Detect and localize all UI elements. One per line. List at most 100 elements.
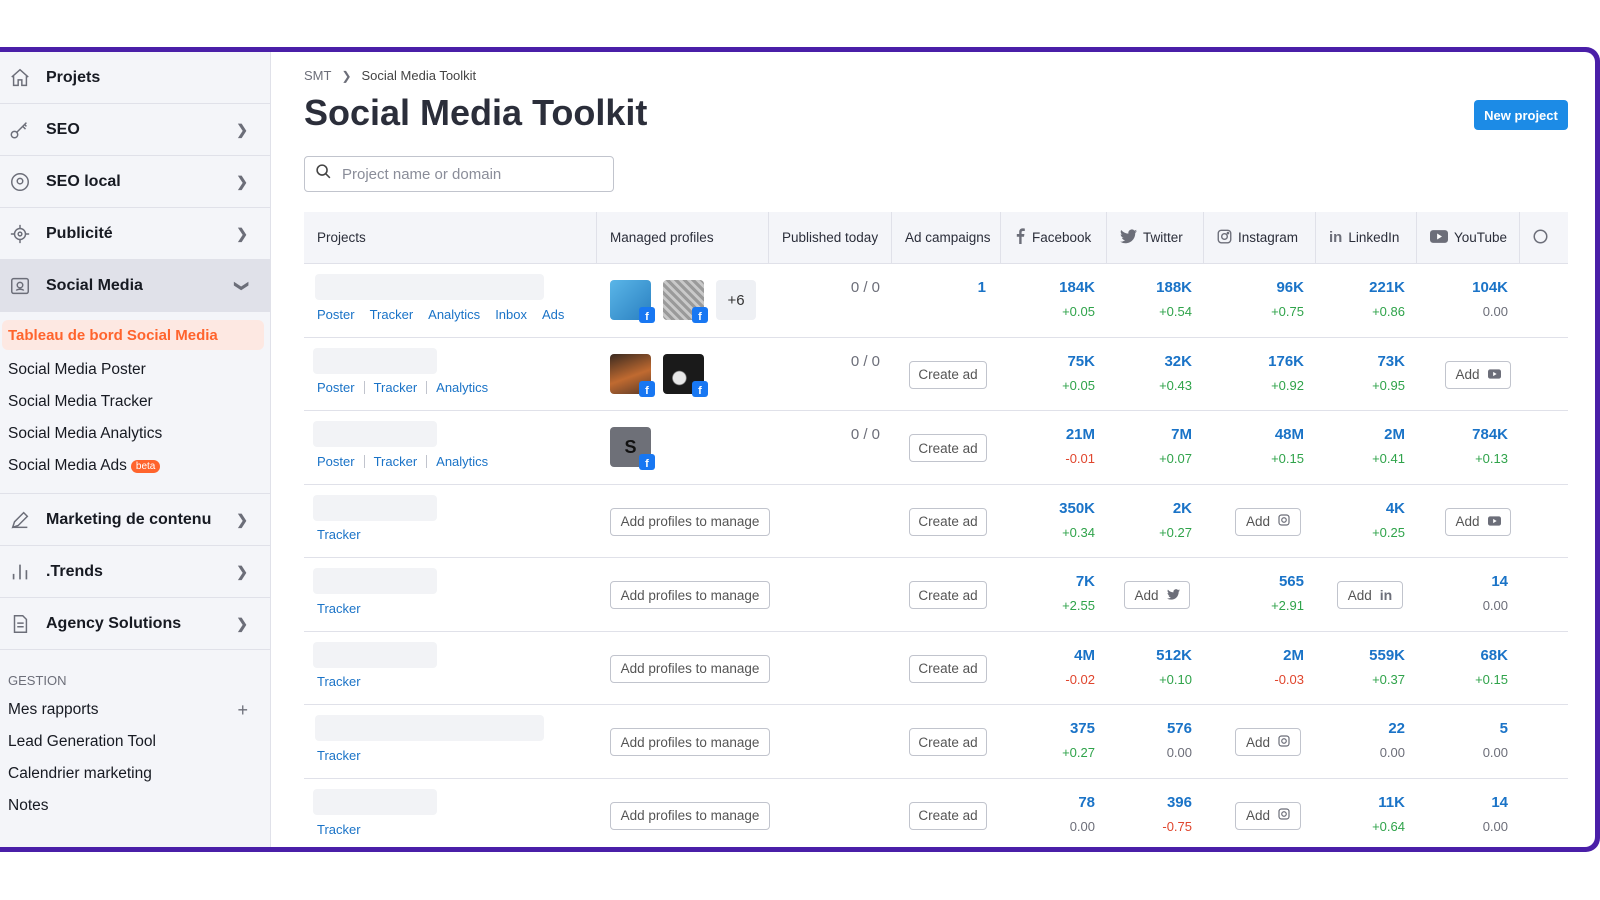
avatar[interactable]: f <box>663 353 708 397</box>
metric[interactable]: 73K +0.95 <box>1372 353 1405 393</box>
sidebar-subitem-tracker[interactable]: Social Media Tracker <box>0 386 270 418</box>
more-profiles-button[interactable]: +6 <box>716 280 756 320</box>
sidebar-item-calendrier[interactable]: Calendrier marketing <box>0 758 270 790</box>
link-ads[interactable]: Ads <box>542 307 564 322</box>
col-header-more[interactable] <box>1520 212 1568 263</box>
metric[interactable]: 221K +0.86 <box>1369 279 1405 319</box>
metric[interactable]: 14 0.00 <box>1483 573 1508 613</box>
sidebar-item-social-media[interactable]: Social Media ❯ <box>0 260 270 312</box>
add-instagram-button[interactable]: Add <box>1235 507 1301 536</box>
metric[interactable]: 22 0.00 <box>1380 720 1405 760</box>
metric[interactable]: 32K +0.43 <box>1159 353 1192 393</box>
sidebar-item-trends[interactable]: .Trends ❯ <box>0 546 270 598</box>
sidebar-item-agency[interactable]: Agency Solutions ❯ <box>0 598 270 650</box>
add-twitter-button[interactable]: Add <box>1124 581 1190 609</box>
link-poster[interactable]: Poster <box>317 454 355 469</box>
sidebar-item-publicite[interactable]: Publicité ❯ <box>0 208 270 260</box>
plus-icon[interactable]: + <box>237 700 248 721</box>
sidebar-item-seo[interactable]: SEO ❯ <box>0 104 270 156</box>
col-header-linkedin[interactable]: in LinkedIn <box>1316 212 1417 263</box>
link-inbox[interactable]: Inbox <box>495 307 527 322</box>
search-box[interactable] <box>304 156 614 192</box>
ad-campaigns-count[interactable]: 1 <box>978 279 986 296</box>
metric[interactable]: 512K +0.10 <box>1156 647 1192 687</box>
add-youtube-button[interactable]: Add <box>1445 360 1511 389</box>
sidebar-subitem-ads[interactable]: Social Media Ads beta <box>0 450 270 482</box>
create-ad-button[interactable]: Create ad <box>909 434 987 462</box>
sidebar-item-notes[interactable]: Notes <box>0 790 270 822</box>
col-header-published[interactable]: Published today <box>769 212 892 263</box>
metric[interactable]: 7M +0.07 <box>1159 426 1192 466</box>
create-ad-button[interactable]: Create ad <box>909 654 987 683</box>
add-instagram-button[interactable]: Add <box>1235 728 1301 756</box>
link-tracker[interactable]: Tracker <box>317 822 361 837</box>
col-header-ads[interactable]: Ad campaigns <box>892 212 1001 263</box>
avatar[interactable]: f <box>663 280 708 323</box>
sidebar-item-marketing-contenu[interactable]: Marketing de contenu ❯ <box>0 494 270 546</box>
col-header-instagram[interactable]: Instagram <box>1204 212 1316 263</box>
add-profiles-button[interactable]: Add profiles to manage <box>610 801 770 830</box>
link-tracker[interactable]: Tracker <box>317 748 361 763</box>
metric[interactable]: 2K +0.27 <box>1159 500 1192 540</box>
metric[interactable]: 21M -0.01 <box>1065 426 1095 466</box>
metric[interactable]: 4K +0.25 <box>1372 500 1405 540</box>
add-instagram-button[interactable]: Add <box>1235 801 1301 830</box>
add-profiles-button[interactable]: Add profiles to manage <box>610 507 770 536</box>
metric[interactable]: 2M +0.41 <box>1372 426 1405 466</box>
col-header-projects[interactable]: Projects <box>304 212 597 263</box>
metric[interactable]: 375 +0.27 <box>1062 720 1095 760</box>
metric[interactable]: 188K +0.54 <box>1156 279 1192 319</box>
metric[interactable]: 11K +0.64 <box>1372 794 1405 834</box>
metric[interactable]: 184K +0.05 <box>1059 279 1095 319</box>
add-profiles-button[interactable]: Add profiles to manage <box>610 581 770 609</box>
metric[interactable]: 396 -0.75 <box>1162 794 1192 834</box>
metric[interactable]: 14 0.00 <box>1483 794 1508 834</box>
sidebar-item-mes-rapports[interactable]: Mes rapports + <box>0 694 270 726</box>
add-linkedin-button[interactable]: Add in <box>1337 581 1403 609</box>
create-ad-button[interactable]: Create ad <box>909 581 987 609</box>
link-poster[interactable]: Poster <box>317 380 355 395</box>
create-ad-button[interactable]: Create ad <box>909 801 987 830</box>
search-input[interactable] <box>342 165 602 183</box>
link-analytics[interactable]: Analytics <box>436 380 488 395</box>
new-project-button[interactable]: New project <box>1474 100 1568 130</box>
create-ad-button[interactable]: Create ad <box>909 728 987 756</box>
metric[interactable]: 75K +0.05 <box>1062 353 1095 393</box>
metric[interactable]: 7K +2.55 <box>1062 573 1095 613</box>
link-tracker[interactable]: Tracker <box>370 307 414 322</box>
link-tracker[interactable]: Tracker <box>317 674 361 689</box>
sidebar-subitem-poster[interactable]: Social Media Poster <box>0 354 270 386</box>
col-header-youtube[interactable]: YouTube <box>1417 212 1520 263</box>
link-analytics[interactable]: Analytics <box>428 307 480 322</box>
metric[interactable]: 2M -0.03 <box>1274 647 1304 687</box>
metric[interactable]: 784K +0.13 <box>1472 426 1508 466</box>
link-tracker[interactable]: Tracker <box>374 380 418 395</box>
avatar[interactable]: Sf <box>610 427 655 470</box>
metric[interactable]: 48M +0.15 <box>1271 426 1304 466</box>
add-youtube-button[interactable]: Add <box>1445 507 1511 536</box>
breadcrumb-root[interactable]: SMT <box>304 68 331 83</box>
metric[interactable]: 96K +0.75 <box>1271 279 1304 319</box>
sidebar-subitem-dashboard[interactable]: Tableau de bord Social Media <box>2 320 264 350</box>
link-tracker[interactable]: Tracker <box>374 454 418 469</box>
link-tracker[interactable]: Tracker <box>317 527 361 542</box>
avatar[interactable]: f <box>610 353 655 397</box>
sidebar-item-seo-local[interactable]: SEO local ❯ <box>0 156 270 208</box>
col-header-twitter[interactable]: Twitter <box>1107 212 1204 263</box>
add-profiles-button[interactable]: Add profiles to manage <box>610 654 770 683</box>
sidebar-item-lead-generation[interactable]: Lead Generation Tool <box>0 726 270 758</box>
add-profiles-button[interactable]: Add profiles to manage <box>610 728 770 756</box>
sidebar-subitem-analytics[interactable]: Social Media Analytics <box>0 418 270 450</box>
metric[interactable]: 176K +0.92 <box>1268 353 1304 393</box>
link-tracker[interactable]: Tracker <box>317 601 361 616</box>
metric[interactable]: 78 0.00 <box>1070 794 1095 834</box>
link-poster[interactable]: Poster <box>317 307 355 322</box>
metric[interactable]: 565 +2.91 <box>1271 573 1304 613</box>
metric[interactable]: 104K 0.00 <box>1472 279 1508 319</box>
metric[interactable]: 5 0.00 <box>1483 720 1508 760</box>
link-analytics[interactable]: Analytics <box>436 454 488 469</box>
metric[interactable]: 4M -0.02 <box>1065 647 1095 687</box>
avatar[interactable]: f <box>610 280 655 323</box>
metric[interactable]: 576 0.00 <box>1167 720 1192 760</box>
metric[interactable]: 68K +0.15 <box>1475 647 1508 687</box>
